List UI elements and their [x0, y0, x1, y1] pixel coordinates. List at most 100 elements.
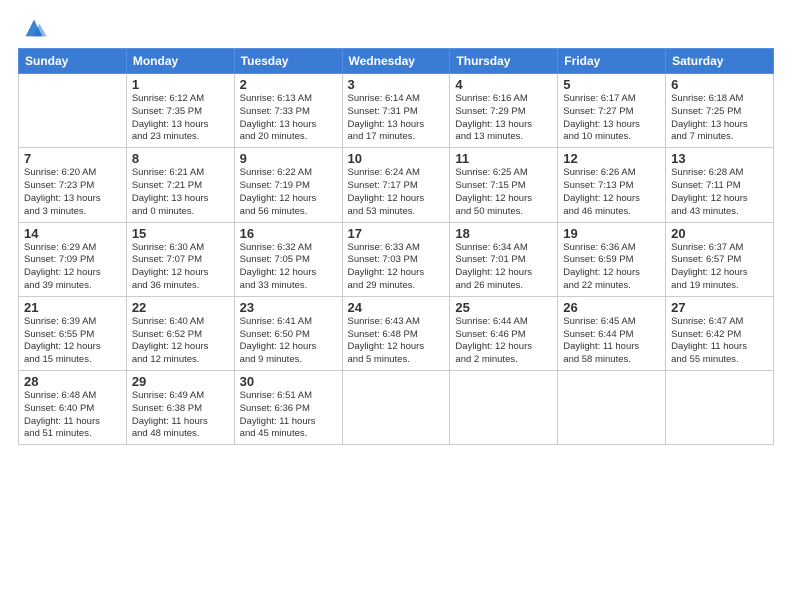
- logo-icon: [20, 14, 48, 42]
- day-info-line: Daylight: 12 hours: [348, 193, 445, 206]
- calendar-cell: 2Sunrise: 6:13 AMSunset: 7:33 PMDaylight…: [234, 74, 342, 148]
- day-info-line: and 17 minutes.: [348, 131, 445, 144]
- calendar-cell: 23Sunrise: 6:41 AMSunset: 6:50 PMDayligh…: [234, 296, 342, 370]
- day-info-line: and 19 minutes.: [671, 280, 768, 293]
- calendar-header-saturday: Saturday: [666, 49, 774, 74]
- day-info-line: Sunset: 6:48 PM: [348, 329, 445, 342]
- day-info-line: Sunrise: 6:37 AM: [671, 242, 768, 255]
- calendar-cell: 13Sunrise: 6:28 AMSunset: 7:11 PMDayligh…: [666, 148, 774, 222]
- day-info-line: and 2 minutes.: [455, 354, 552, 367]
- calendar-cell: 26Sunrise: 6:45 AMSunset: 6:44 PMDayligh…: [558, 296, 666, 370]
- day-info-line: Daylight: 12 hours: [455, 267, 552, 280]
- day-info-line: Daylight: 12 hours: [132, 267, 229, 280]
- day-info-line: and 55 minutes.: [671, 354, 768, 367]
- day-info-line: Sunset: 7:03 PM: [348, 254, 445, 267]
- calendar-cell: 1Sunrise: 6:12 AMSunset: 7:35 PMDaylight…: [126, 74, 234, 148]
- day-info-line: Sunset: 6:59 PM: [563, 254, 660, 267]
- calendar-cell: 18Sunrise: 6:34 AMSunset: 7:01 PMDayligh…: [450, 222, 558, 296]
- calendar-cell: 14Sunrise: 6:29 AMSunset: 7:09 PMDayligh…: [19, 222, 127, 296]
- day-info-line: and 10 minutes.: [563, 131, 660, 144]
- calendar-header-tuesday: Tuesday: [234, 49, 342, 74]
- day-info-line: Sunset: 6:55 PM: [24, 329, 121, 342]
- day-info-line: Daylight: 13 hours: [455, 119, 552, 132]
- day-info-line: Daylight: 12 hours: [671, 267, 768, 280]
- calendar-cell: 17Sunrise: 6:33 AMSunset: 7:03 PMDayligh…: [342, 222, 450, 296]
- day-info-line: Sunset: 6:42 PM: [671, 329, 768, 342]
- day-info-line: and 39 minutes.: [24, 280, 121, 293]
- day-info-line: Daylight: 12 hours: [132, 341, 229, 354]
- day-number: 25: [455, 300, 552, 315]
- day-info-line: Sunset: 6:44 PM: [563, 329, 660, 342]
- day-info-line: Sunset: 7:19 PM: [240, 180, 337, 193]
- day-number: 20: [671, 226, 768, 241]
- day-info-line: Daylight: 13 hours: [671, 119, 768, 132]
- day-number: 16: [240, 226, 337, 241]
- day-info-line: Sunrise: 6:30 AM: [132, 242, 229, 255]
- day-info-line: Sunrise: 6:43 AM: [348, 316, 445, 329]
- day-info-line: Sunrise: 6:26 AM: [563, 167, 660, 180]
- day-info-line: and 53 minutes.: [348, 206, 445, 219]
- day-info-line: Daylight: 12 hours: [563, 193, 660, 206]
- calendar-week-row: 1Sunrise: 6:12 AMSunset: 7:35 PMDaylight…: [19, 74, 774, 148]
- day-info-line: and 56 minutes.: [240, 206, 337, 219]
- day-info-line: Sunset: 7:23 PM: [24, 180, 121, 193]
- day-info-line: and 51 minutes.: [24, 428, 121, 441]
- day-number: 17: [348, 226, 445, 241]
- day-info-line: and 7 minutes.: [671, 131, 768, 144]
- day-number: 5: [563, 77, 660, 92]
- day-info-line: and 12 minutes.: [132, 354, 229, 367]
- calendar-cell: [558, 371, 666, 445]
- day-number: 4: [455, 77, 552, 92]
- calendar-cell: 20Sunrise: 6:37 AMSunset: 6:57 PMDayligh…: [666, 222, 774, 296]
- day-number: 18: [455, 226, 552, 241]
- calendar-header-friday: Friday: [558, 49, 666, 74]
- calendar-header-monday: Monday: [126, 49, 234, 74]
- calendar-cell: 25Sunrise: 6:44 AMSunset: 6:46 PMDayligh…: [450, 296, 558, 370]
- day-info-line: Sunset: 7:17 PM: [348, 180, 445, 193]
- day-info-line: and 20 minutes.: [240, 131, 337, 144]
- day-number: 28: [24, 374, 121, 389]
- day-info-line: and 36 minutes.: [132, 280, 229, 293]
- day-info-line: Daylight: 12 hours: [348, 267, 445, 280]
- day-info-line: Daylight: 12 hours: [563, 267, 660, 280]
- day-number: 12: [563, 151, 660, 166]
- calendar-cell: 11Sunrise: 6:25 AMSunset: 7:15 PMDayligh…: [450, 148, 558, 222]
- calendar-cell: 16Sunrise: 6:32 AMSunset: 7:05 PMDayligh…: [234, 222, 342, 296]
- calendar-cell: 3Sunrise: 6:14 AMSunset: 7:31 PMDaylight…: [342, 74, 450, 148]
- day-info-line: Sunrise: 6:21 AM: [132, 167, 229, 180]
- day-info-line: Daylight: 13 hours: [348, 119, 445, 132]
- calendar-cell: 28Sunrise: 6:48 AMSunset: 6:40 PMDayligh…: [19, 371, 127, 445]
- day-info-line: Sunset: 7:21 PM: [132, 180, 229, 193]
- day-number: 3: [348, 77, 445, 92]
- calendar-cell: 15Sunrise: 6:30 AMSunset: 7:07 PMDayligh…: [126, 222, 234, 296]
- day-info-line: and 5 minutes.: [348, 354, 445, 367]
- day-info-line: Sunset: 7:27 PM: [563, 106, 660, 119]
- day-info-line: Sunset: 7:09 PM: [24, 254, 121, 267]
- day-info-line: and 26 minutes.: [455, 280, 552, 293]
- day-number: 9: [240, 151, 337, 166]
- day-info-line: Sunrise: 6:48 AM: [24, 390, 121, 403]
- calendar-cell: 12Sunrise: 6:26 AMSunset: 7:13 PMDayligh…: [558, 148, 666, 222]
- day-info-line: Sunrise: 6:41 AM: [240, 316, 337, 329]
- day-number: 10: [348, 151, 445, 166]
- day-info-line: Sunrise: 6:24 AM: [348, 167, 445, 180]
- day-info-line: and 9 minutes.: [240, 354, 337, 367]
- day-info-line: Sunset: 7:07 PM: [132, 254, 229, 267]
- day-info-line: Daylight: 13 hours: [240, 119, 337, 132]
- day-info-line: and 23 minutes.: [132, 131, 229, 144]
- calendar-week-row: 28Sunrise: 6:48 AMSunset: 6:40 PMDayligh…: [19, 371, 774, 445]
- day-info-line: Daylight: 11 hours: [671, 341, 768, 354]
- calendar-cell: 22Sunrise: 6:40 AMSunset: 6:52 PMDayligh…: [126, 296, 234, 370]
- calendar-cell: 5Sunrise: 6:17 AMSunset: 7:27 PMDaylight…: [558, 74, 666, 148]
- day-info-line: Sunrise: 6:29 AM: [24, 242, 121, 255]
- day-info-line: Sunrise: 6:20 AM: [24, 167, 121, 180]
- calendar-cell: 4Sunrise: 6:16 AMSunset: 7:29 PMDaylight…: [450, 74, 558, 148]
- day-info-line: Sunset: 6:46 PM: [455, 329, 552, 342]
- calendar-cell: 6Sunrise: 6:18 AMSunset: 7:25 PMDaylight…: [666, 74, 774, 148]
- calendar-cell: 9Sunrise: 6:22 AMSunset: 7:19 PMDaylight…: [234, 148, 342, 222]
- day-info-line: and 33 minutes.: [240, 280, 337, 293]
- day-info-line: Daylight: 12 hours: [348, 341, 445, 354]
- day-number: 6: [671, 77, 768, 92]
- day-info-line: and 46 minutes.: [563, 206, 660, 219]
- day-info-line: Daylight: 12 hours: [455, 341, 552, 354]
